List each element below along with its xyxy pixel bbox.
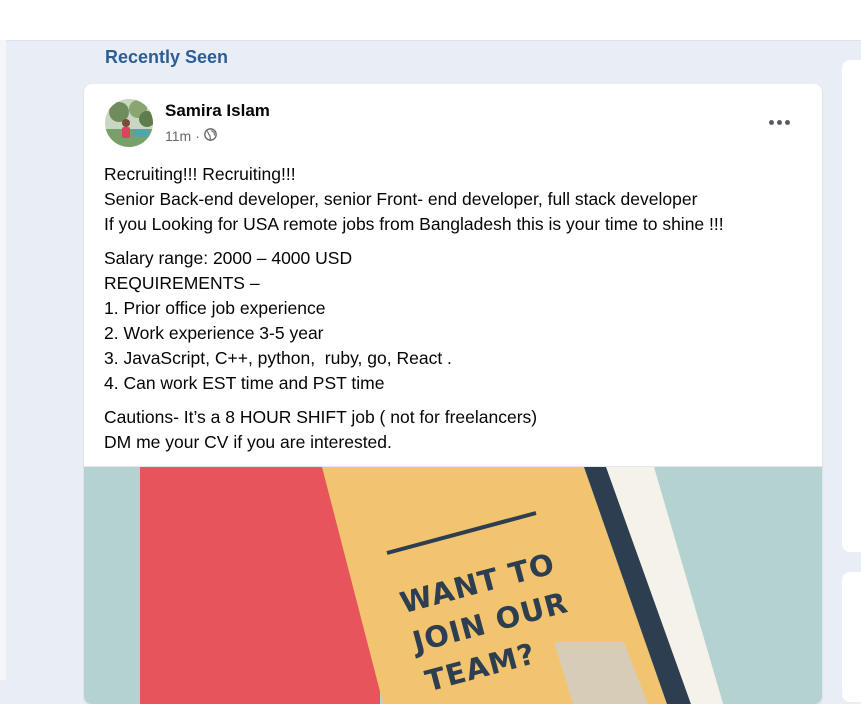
globe-icon [204,128,217,144]
post-text-line: Salary range: 2000 – 4000 USD [104,248,353,268]
author-name[interactable]: Samira Islam [165,101,270,121]
more-options-icon[interactable] [764,108,794,136]
post-text-line: REQUIREMENTS – [104,273,260,293]
post-meta: 11m · [165,128,217,144]
post-image[interactable]: WANT TO JOIN OUR TEAM? [84,466,822,704]
post-text: Recruiting!!! Recruiting!!! Senior Back-… [104,162,804,464]
post-text-line: 1. Prior office job experience [104,298,326,318]
post-time[interactable]: 11m [165,128,191,144]
post-text-line: If you Looking for USA remote jobs from … [104,214,724,234]
right-side-card-lower [842,572,861,702]
post-text-line: 2. Work experience 3-5 year [104,323,324,343]
post-text-line: Recruiting!!! Recruiting!!! [104,164,296,184]
post-text-line: 3. JavaScript, C++, python, ruby, go, Re… [104,348,452,368]
section-title: Recently Seen [105,47,229,67]
post-paragraph: Salary range: 2000 – 4000 USD REQUIREMEN… [104,246,804,396]
join-our-team-graphic: WANT TO JOIN OUR TEAM? [84,467,822,704]
right-side-card [842,60,861,552]
post-text-line: DM me your CV if you are interested. [104,432,392,452]
post-text-line: Senior Back-end developer, senior Front-… [104,189,698,209]
post-paragraph: Cautions- It’s a 8 HOUR SHIFT job ( not … [104,405,804,455]
top-navigation-bar [0,0,861,41]
feed-post: Samira Islam 11m · Recruiting!!! Recruit… [84,84,822,704]
post-text-line: Cautions- It’s a 8 HOUR SHIFT job ( not … [104,407,538,427]
left-sidebar-edge [0,40,6,680]
meta-separator: · [195,128,200,144]
post-text-line: 4. Can work EST time and PST time [104,373,385,393]
avatar-photo [105,99,153,147]
post-paragraph: Recruiting!!! Recruiting!!! Senior Back-… [104,162,804,237]
author-avatar[interactable] [105,99,153,147]
